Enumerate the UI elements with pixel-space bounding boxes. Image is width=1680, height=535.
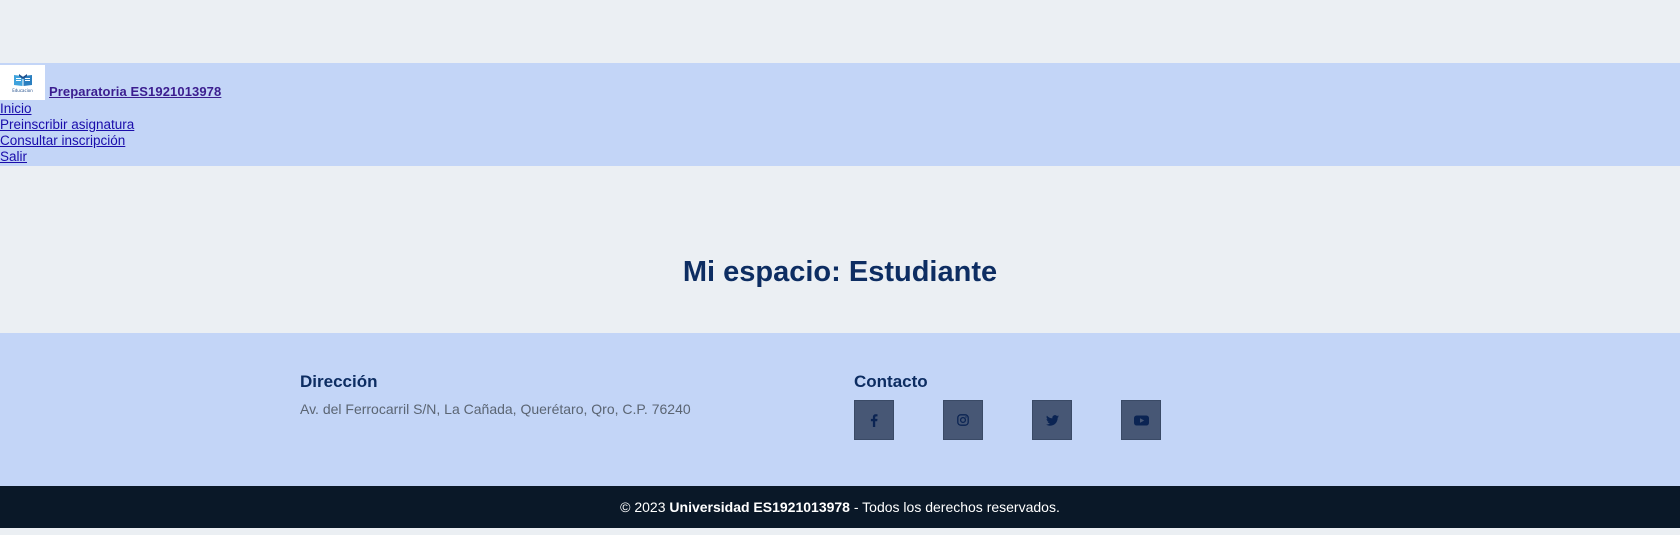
brand-logo: Educacion xyxy=(0,65,45,100)
nav-link-consultar-inscripcion[interactable]: Consultar inscripción xyxy=(0,133,125,148)
copyright-bar: © 2023 Universidad ES1921013978 - Todos … xyxy=(0,486,1680,528)
nav-link-preinscribir-asignatura[interactable]: Preinscribir asignatura xyxy=(0,117,134,132)
copyright-organization: Universidad ES1921013978 xyxy=(669,499,850,515)
nav-link-inicio[interactable]: Inicio xyxy=(0,101,32,116)
nav-item-inicio: Inicio xyxy=(0,101,134,117)
twitter-icon xyxy=(1045,414,1059,426)
book-logo-icon xyxy=(13,73,32,86)
brand-name[interactable]: Preparatoria ES1921013978 xyxy=(49,84,221,99)
youtube-button[interactable] xyxy=(1121,400,1161,440)
nav-item-salir: Salir xyxy=(0,149,134,165)
instagram-button[interactable] xyxy=(943,400,983,440)
logo-text: Educacion xyxy=(12,87,33,93)
copyright-prefix: © 2023 xyxy=(620,499,670,515)
footer-address-section: Dirección Av. del Ferrocarril S/N, La Ca… xyxy=(300,372,691,417)
page-title: Mi espacio: Estudiante xyxy=(682,256,998,288)
nav-link-salir[interactable]: Salir xyxy=(0,149,27,164)
contact-heading: Contacto xyxy=(854,372,928,391)
social-links xyxy=(854,400,1161,440)
copyright-suffix: - Todos los derechos reservados. xyxy=(849,499,1060,515)
navbar: Educacion Preparatoria ES1921013978 Inic… xyxy=(0,63,1680,166)
address-heading: Dirección xyxy=(300,372,378,391)
nav-item-preinscribir: Preinscribir asignatura xyxy=(0,117,134,133)
youtube-icon xyxy=(1133,415,1149,425)
twitter-button[interactable] xyxy=(1032,400,1072,440)
nav-menu: Inicio Preinscribir asignatura Consultar… xyxy=(0,101,134,165)
footer-contact-section: Contacto xyxy=(854,372,1161,440)
footer: Dirección Av. del Ferrocarril S/N, La Ca… xyxy=(0,333,1680,486)
brand-link[interactable]: Educacion Preparatoria ES1921013978 xyxy=(0,63,221,100)
instagram-icon xyxy=(957,414,969,426)
facebook-button[interactable] xyxy=(854,400,894,440)
facebook-icon xyxy=(870,413,878,427)
address-text: Av. del Ferrocarril S/N, La Cañada, Quer… xyxy=(300,401,691,417)
nav-item-consultar: Consultar inscripción xyxy=(0,133,134,149)
